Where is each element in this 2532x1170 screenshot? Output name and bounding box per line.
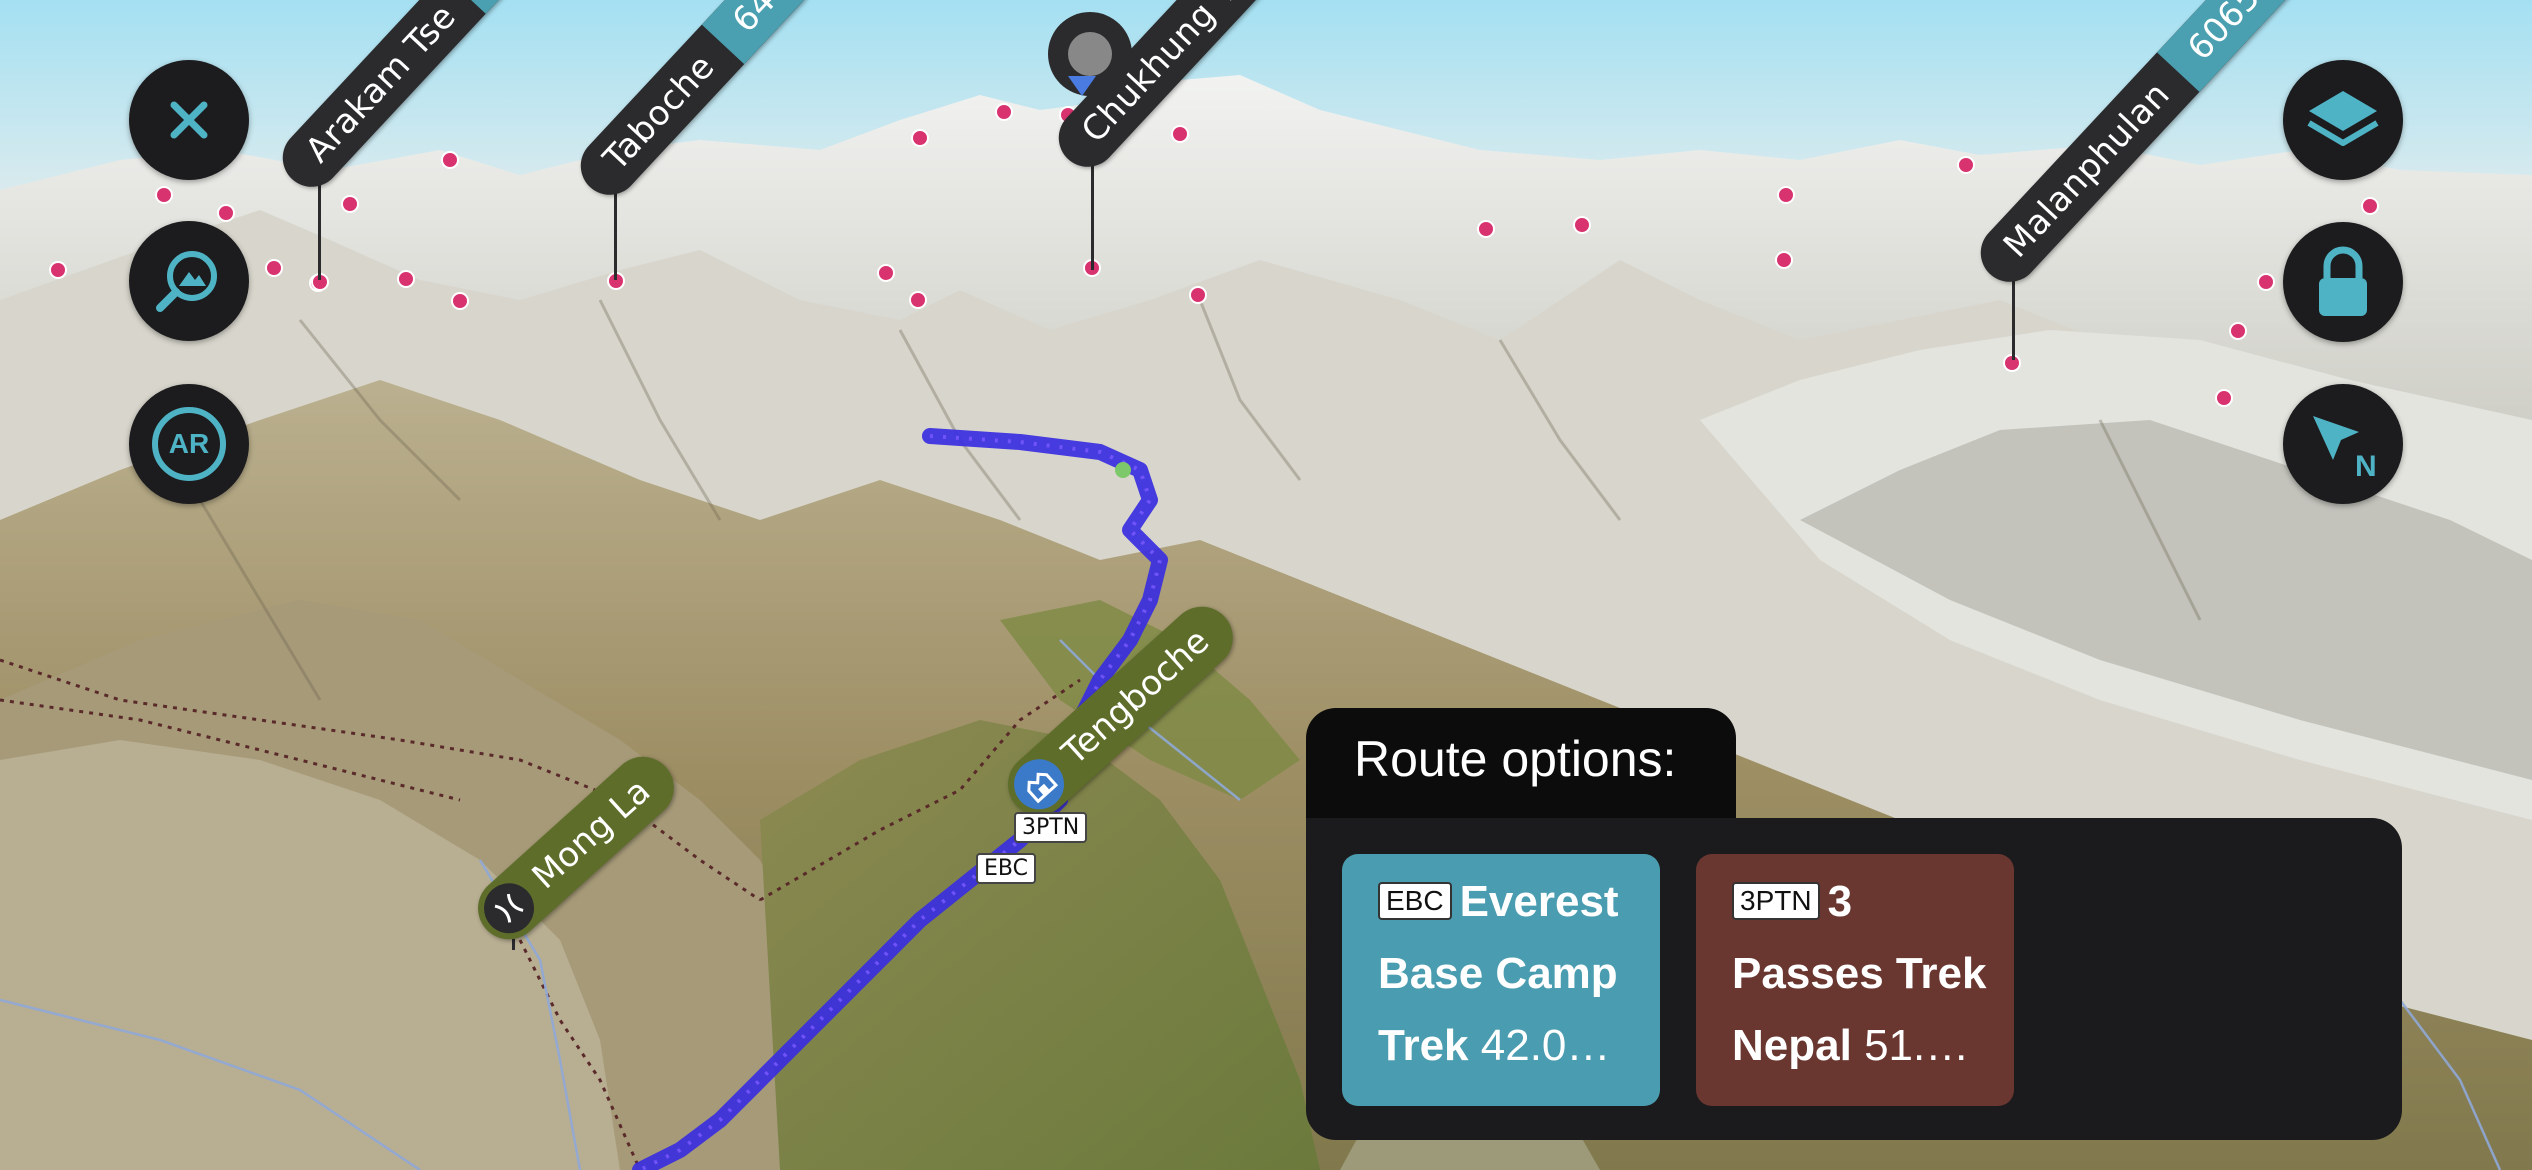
route-card-3ptn[interactable]: 3PTN 3 Passes Trek Nepal 51.… bbox=[1696, 854, 2014, 1106]
route-card-ebc[interactable]: EBC Everest Base Camp Trek 42.0… bbox=[1342, 854, 1660, 1106]
close-button[interactable] bbox=[129, 60, 249, 180]
route-options-header: Route options: bbox=[1306, 708, 1736, 828]
route-name-line-2: Passes Trek bbox=[1732, 949, 1987, 998]
route-name-line-1: EBC Everest bbox=[1378, 866, 1640, 938]
lock-button[interactable] bbox=[2283, 222, 2403, 342]
layers-icon bbox=[2307, 91, 2379, 146]
route-name-line-2: Base Camp bbox=[1378, 949, 1618, 998]
pin-pointer-icon bbox=[1068, 76, 1096, 96]
lock-icon bbox=[2319, 246, 2367, 316]
route-distance: 51.… bbox=[1864, 1021, 1970, 1070]
search-mountain-icon bbox=[156, 251, 217, 312]
search-peaks-button[interactable] bbox=[129, 221, 249, 341]
ar-button[interactable]: AR bbox=[129, 384, 249, 504]
ar-icon: AR bbox=[152, 407, 226, 481]
route-name-line-3: Trek 42.0… bbox=[1378, 1021, 1611, 1070]
layers-button[interactable] bbox=[2283, 60, 2403, 180]
ar-label: AR bbox=[168, 428, 210, 459]
close-icon bbox=[170, 101, 208, 139]
route-badge-3ptn[interactable]: 3PTN bbox=[1014, 812, 1088, 843]
route-code-badge: EBC bbox=[1378, 882, 1452, 920]
compass-n-label: N bbox=[2355, 450, 2377, 483]
route-code-badge: 3PTN bbox=[1732, 882, 1820, 920]
route-badge-ebc[interactable]: EBC bbox=[976, 853, 1036, 884]
route-distance: 42.0… bbox=[1480, 1021, 1611, 1070]
route-name-line-3: Nepal 51.… bbox=[1732, 1021, 1970, 1070]
route-name-line-1: 3PTN 3 bbox=[1732, 866, 1994, 938]
route-options-panel: EBC Everest Base Camp Trek 42.0… 3PTN 3 Pa… bbox=[1306, 818, 2402, 1140]
navigation-arrow-icon: N bbox=[2313, 416, 2377, 483]
route-options-title: Route options: bbox=[1354, 731, 1677, 787]
compass-north-button[interactable]: N bbox=[2283, 384, 2403, 504]
